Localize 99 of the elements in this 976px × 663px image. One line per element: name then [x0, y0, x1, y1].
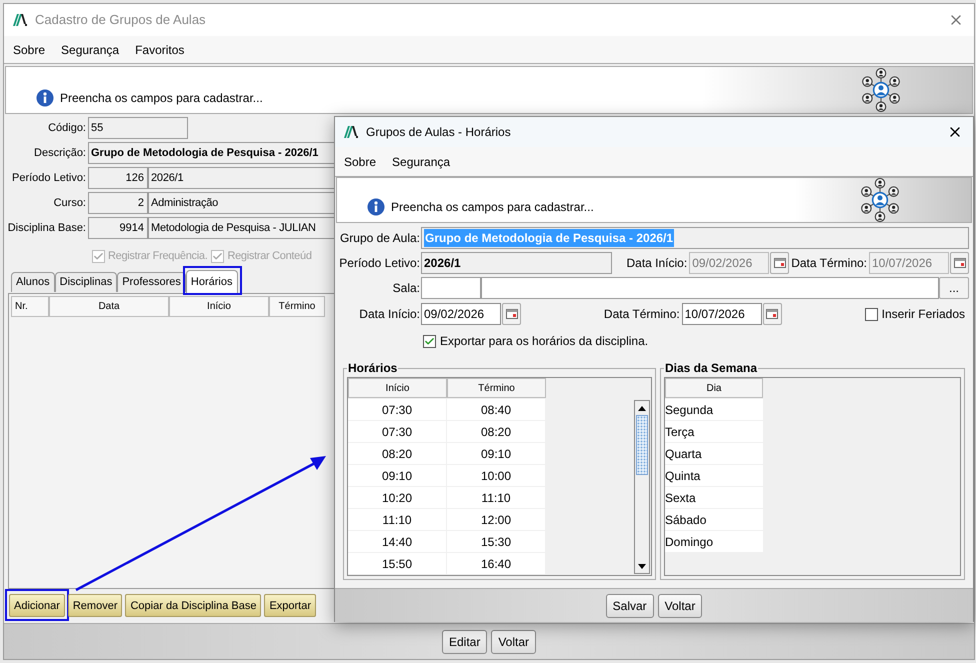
tab[interactable]: Alunos: [11, 272, 55, 292]
scroll-thumb[interactable]: [636, 415, 648, 475]
table-cell: Terça: [665, 421, 763, 443]
field-label: Data Início:: [358, 306, 421, 323]
code-field[interactable]: 9914: [88, 217, 148, 239]
group-title: Horários: [347, 360, 398, 377]
table-cell: Quarta: [665, 443, 763, 465]
column-header[interactable]: Nr.: [11, 296, 49, 317]
table-cell: 07:30: [348, 421, 447, 442]
code-field[interactable]: 126: [88, 167, 148, 189]
info-message: Preencha os campos para cadastrar...: [60, 90, 263, 107]
checkbox-label: Registrar Frequência.: [108, 248, 208, 264]
field-label: Disciplina Base:: [6, 220, 87, 236]
table-cell: 09:10: [447, 443, 546, 464]
network-icon: [860, 68, 902, 112]
column-header[interactable]: Início: [169, 296, 269, 317]
menu-item[interactable]: Favoritos: [135, 40, 184, 58]
button[interactable]: Voltar: [658, 594, 702, 618]
field-label: Data Término:: [790, 255, 868, 272]
field-label: Data Início:: [626, 255, 688, 272]
info-icon: [367, 198, 385, 216]
button[interactable]: Salvar: [606, 594, 654, 618]
period-field[interactable]: 2026/1: [421, 252, 612, 274]
checkbox-label: Registrar Conteúd: [227, 248, 312, 264]
window-title: Grupos de Aulas - Horários: [366, 124, 511, 141]
tab[interactable]: Disciplinas: [54, 272, 118, 292]
button[interactable]: Voltar: [491, 630, 536, 654]
logo-icon: [344, 126, 358, 138]
column-header[interactable]: Término: [269, 296, 325, 317]
table-cell: 15:30: [447, 531, 546, 552]
date-field[interactable]: 09/02/2026: [421, 303, 501, 325]
calendar-icon: [766, 309, 778, 319]
table-cell: 09:10: [348, 465, 447, 486]
calendar-button[interactable]: [950, 252, 969, 274]
table-cell: 08:20: [348, 443, 447, 464]
menu-item[interactable]: Sobre: [344, 152, 376, 170]
calendar-icon: [954, 258, 966, 268]
field-label: Período Letivo:: [338, 255, 421, 272]
checkbox[interactable]: [864, 308, 878, 320]
menu-item[interactable]: Segurança: [61, 40, 120, 58]
table-cell: 16:40: [447, 553, 546, 574]
room-name-field[interactable]: [481, 277, 939, 299]
table-cell: Domingo: [665, 531, 763, 553]
table-cell: 10:00: [447, 465, 546, 486]
action-button[interactable]: Copiar da Disciplina Base: [125, 594, 262, 618]
action-button[interactable]: Adicionar: [9, 594, 65, 618]
field-label: Data Término:: [604, 306, 681, 323]
window-title: Cadastro de Grupos de Aulas: [35, 11, 206, 30]
field-label: Grupo de Aula:: [338, 230, 421, 247]
table-cell: 10:20: [348, 487, 447, 508]
check-icon: [212, 250, 224, 262]
table-cell: 08:20: [447, 421, 546, 442]
tab[interactable]: Professores: [117, 272, 186, 292]
table-cell: 07:30: [348, 399, 447, 420]
column-header[interactable]: Dia: [665, 378, 763, 398]
table-cell: 08:40: [447, 399, 546, 420]
code-field[interactable]: 2: [88, 192, 148, 214]
checkbox-label: Inserir Feriados: [882, 306, 965, 323]
field-label: Sala:: [392, 280, 421, 297]
column-header[interactable]: Data: [49, 296, 169, 317]
column-header[interactable]: Início: [348, 378, 447, 398]
table-cell: 14:40: [348, 531, 447, 552]
calendar-button[interactable]: [770, 252, 790, 274]
table-cell: 11:10: [447, 487, 546, 508]
check-icon: [424, 336, 435, 346]
checkbox-label: Exportar para os horários da disciplina.: [440, 333, 648, 350]
field-label: Descrição:: [33, 146, 87, 161]
table-cell: 11:10: [348, 509, 447, 530]
calendar-button[interactable]: [762, 303, 782, 325]
field-label: Código:: [47, 120, 87, 136]
date-field[interactable]: 10/07/2026: [682, 303, 762, 325]
action-button[interactable]: Exportar: [264, 594, 316, 618]
table-cell: 12:00: [447, 509, 546, 530]
table-cell: Quinta: [665, 465, 763, 487]
group-title: Dias da Semana: [664, 360, 758, 377]
table-cell: Segunda: [665, 399, 763, 421]
check-icon: [93, 250, 104, 262]
table-cell: Sábado: [665, 509, 763, 531]
button[interactable]: Editar: [442, 630, 488, 654]
code-field[interactable]: 55: [88, 117, 188, 139]
checkbox[interactable]: [423, 334, 436, 348]
calendar-button[interactable]: [502, 303, 521, 325]
logo-icon: [13, 14, 27, 26]
column-header[interactable]: Término: [447, 378, 546, 398]
browse-button[interactable]: ...: [939, 277, 969, 299]
menu-item[interactable]: Segurança: [392, 152, 450, 170]
info-icon: [36, 89, 54, 107]
room-code-field[interactable]: [421, 277, 481, 299]
calendar-icon: [774, 258, 786, 268]
field-label: Período Letivo:: [11, 170, 87, 186]
table-cell: Sexta: [665, 487, 763, 509]
tab[interactable]: Horários: [186, 270, 238, 293]
menu-item[interactable]: Sobre: [13, 40, 46, 58]
field-label: Curso:: [52, 196, 87, 211]
info-message: Preencha os campos para cadastrar...: [391, 199, 594, 216]
action-button[interactable]: Remover: [68, 594, 122, 618]
table-cell: 15:50: [348, 553, 447, 574]
calendar-icon: [506, 309, 518, 319]
scrollbar[interactable]: [634, 400, 650, 574]
